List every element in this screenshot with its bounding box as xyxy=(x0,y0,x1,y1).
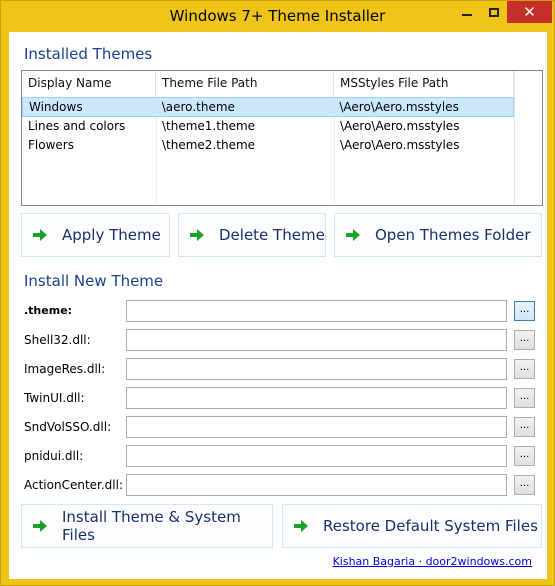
row-display-name: Windows xyxy=(29,100,83,114)
browse-imageres-button[interactable]: ... xyxy=(514,359,535,379)
actioncenter-label: ActionCenter.dll: xyxy=(24,478,124,492)
twinui-input[interactable] xyxy=(126,387,507,409)
installed-themes-list[interactable]: Display Name Theme File Path MSStyles Fi… xyxy=(21,70,543,206)
browse-actioncenter-button[interactable]: ... xyxy=(514,475,535,495)
sndvolsso-input[interactable] xyxy=(126,416,507,438)
green-arrow-icon xyxy=(33,520,47,532)
browse-pnidui-button[interactable]: ... xyxy=(514,446,535,466)
pnidui-label: pnidui.dll: xyxy=(24,449,84,463)
open-themes-folder-button[interactable]: Open Themes Folder xyxy=(334,213,542,257)
sndvolsso-label: SndVolSSO.dll: xyxy=(24,420,112,434)
browse-shell32-button[interactable]: ... xyxy=(514,330,535,350)
install-theme-button[interactable]: Install Theme & System Files xyxy=(21,504,273,548)
browse-sndvolsso-button[interactable]: ... xyxy=(514,417,535,437)
close-button[interactable]: ✕ xyxy=(507,1,552,23)
apply-theme-button[interactable]: Apply Theme xyxy=(21,213,170,257)
open-themes-folder-label: Open Themes Folder xyxy=(375,226,531,244)
list-body: Windows \aero.theme \Aero\Aero.msstyles … xyxy=(22,96,542,205)
row-theme-path: \theme1.theme xyxy=(162,119,256,133)
maximize-button[interactable] xyxy=(482,1,506,23)
theme-file-label: .theme: xyxy=(24,304,73,317)
installed-themes-heading: Installed Themes xyxy=(24,45,153,63)
restore-defaults-label: Restore Default System Files xyxy=(323,517,538,535)
minimize-icon xyxy=(462,14,472,16)
browse-twinui-button[interactable]: ... xyxy=(514,388,535,408)
imageres-label: ImageRes.dll: xyxy=(24,362,106,376)
actioncenter-input[interactable] xyxy=(126,474,507,496)
shell32-input[interactable] xyxy=(126,329,507,351)
client-area: Installed Themes Display Name Theme File… xyxy=(9,32,547,579)
row-msstyles-path: \Aero\Aero.msstyles xyxy=(340,138,460,152)
browse-theme-button[interactable]: ... xyxy=(514,301,535,321)
row-theme-path: \aero.theme xyxy=(161,100,235,114)
imageres-input[interactable] xyxy=(126,358,507,380)
row-display-name: Lines and colors xyxy=(28,119,126,133)
column-header-msstyles-path[interactable]: MSStyles File Path xyxy=(334,71,514,96)
maximize-icon xyxy=(489,7,499,17)
author-link[interactable]: Kishan Bagaria · door2windows.com xyxy=(333,555,532,568)
apply-theme-label: Apply Theme xyxy=(62,226,161,244)
green-arrow-icon xyxy=(346,229,360,241)
column-header-theme-path[interactable]: Theme File Path xyxy=(156,71,334,96)
list-item[interactable]: Flowers \theme2.theme \Aero\Aero.msstyle… xyxy=(22,136,514,156)
theme-file-input[interactable] xyxy=(126,300,507,322)
list-header: Display Name Theme File Path MSStyles Fi… xyxy=(22,71,542,96)
minimize-button[interactable] xyxy=(455,1,479,23)
install-new-theme-heading: Install New Theme xyxy=(24,272,164,290)
column-header-display-name[interactable]: Display Name xyxy=(22,71,156,96)
green-arrow-icon xyxy=(190,229,204,241)
shell32-label: Shell32.dll: xyxy=(24,333,91,347)
delete-theme-label: Delete Theme xyxy=(219,226,325,244)
twinui-label: TwinUI.dll: xyxy=(24,391,85,405)
row-display-name: Flowers xyxy=(28,138,74,152)
delete-theme-button[interactable]: Delete Theme xyxy=(178,213,326,257)
close-icon: ✕ xyxy=(523,2,536,21)
row-msstyles-path: \Aero\Aero.msstyles xyxy=(339,100,459,114)
list-item[interactable]: Lines and colors \theme1.theme \Aero\Aer… xyxy=(22,117,514,137)
green-arrow-icon xyxy=(294,520,308,532)
list-item[interactable]: Windows \aero.theme \Aero\Aero.msstyles xyxy=(22,97,514,117)
app-window: Windows 7+ Theme Installer ✕ Installed T… xyxy=(0,0,555,586)
green-arrow-icon xyxy=(33,229,47,241)
install-theme-label: Install Theme & System Files xyxy=(62,508,241,544)
pnidui-input[interactable] xyxy=(126,445,507,467)
row-theme-path: \theme2.theme xyxy=(162,138,256,152)
restore-defaults-button[interactable]: Restore Default System Files xyxy=(282,504,542,548)
title-bar[interactable]: Windows 7+ Theme Installer ✕ xyxy=(1,1,554,31)
row-msstyles-path: \Aero\Aero.msstyles xyxy=(340,119,460,133)
